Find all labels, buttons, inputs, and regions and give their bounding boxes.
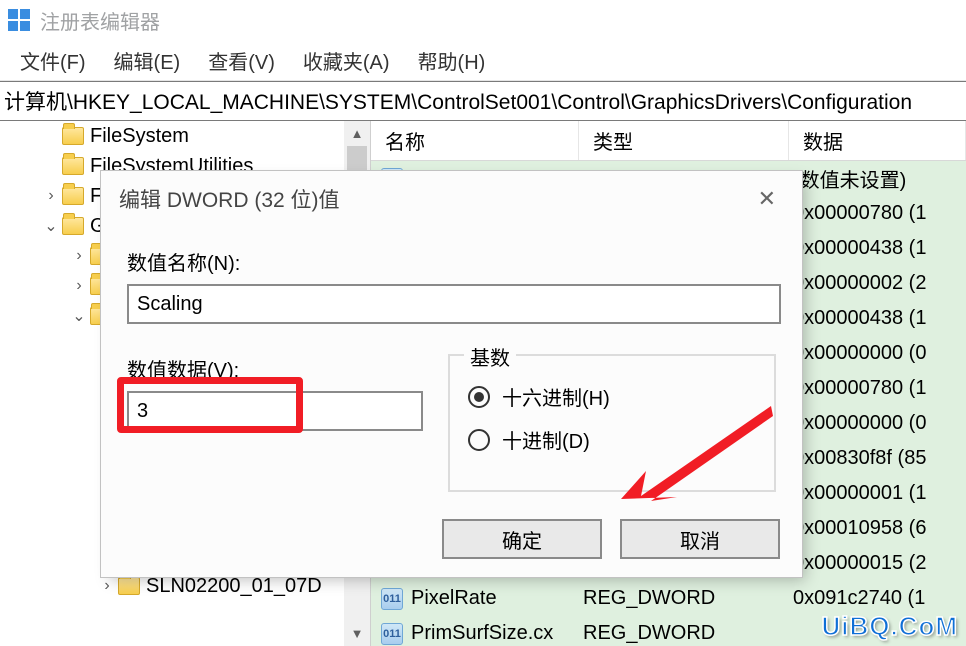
watermark: UiBQ.CoM [821, 611, 958, 642]
col-data-header[interactable]: 数据 [789, 121, 966, 160]
value-data-label: 数值数据(V): [127, 354, 448, 383]
radio-checked-icon [468, 386, 490, 408]
col-name-header[interactable]: 名称 [371, 121, 579, 160]
menu-favorites[interactable]: 收藏夹(A) [289, 42, 404, 79]
dialog-title-bar: 编辑 DWORD (32 位)值 ✕ [101, 171, 802, 227]
folder-icon [62, 217, 84, 235]
value-name: PrimSurfSize.cx [411, 622, 553, 645]
radix-dec-label: 十进制(D) [502, 425, 590, 454]
menu-bar: 文件(F) 编辑(E) 查看(V) 收藏夹(A) 帮助(H) [0, 41, 966, 81]
chevron-down-icon[interactable]: ⌄ [40, 216, 62, 236]
title-bar: 注册表编辑器 [0, 0, 966, 41]
cell-data: 0x091c2740 (1 [789, 587, 966, 610]
chevron-right-icon[interactable]: › [68, 277, 90, 295]
menu-help[interactable]: 帮助(H) [404, 42, 500, 79]
radix-dec-radio[interactable]: 十进制(D) [468, 425, 756, 454]
cell-name: 011 PixelRate [371, 587, 579, 610]
radix-hex-radio[interactable]: 十六进制(H) [468, 382, 756, 411]
cell-data: 0x00830f8f (85 [789, 447, 966, 470]
cell-data: 0x00000001 (1 [789, 482, 966, 505]
folder-icon [62, 187, 84, 205]
dword-value-icon: 011 [381, 588, 403, 610]
cell-data: 0x00000000 (0 [789, 342, 966, 365]
dword-value-icon: 011 [381, 623, 403, 645]
cell-data: 0x00000002 (2 [789, 272, 966, 295]
edit-dword-dialog: 编辑 DWORD (32 位)值 ✕ 数值名称(N): 数值数据(V): 基数 … [100, 170, 803, 578]
dialog-title: 编辑 DWORD (32 位)值 [119, 184, 340, 214]
cell-data: 0x00000438 (1 [789, 237, 966, 260]
value-name-label: 数值名称(N): [127, 247, 776, 276]
window-title: 注册表编辑器 [40, 6, 160, 35]
radix-legend: 基数 [464, 342, 516, 371]
value-name-input[interactable] [127, 284, 781, 324]
menu-file[interactable]: 文件(F) [6, 42, 100, 79]
regedit-app-icon [8, 9, 30, 31]
cell-data: 0x00000780 (1 [789, 377, 966, 400]
cell-data: 0x00000000 (0 [789, 412, 966, 435]
menu-view[interactable]: 查看(V) [194, 42, 289, 79]
tree-item-label: FileSystem [90, 125, 189, 148]
cancel-button[interactable]: 取消 [620, 519, 780, 559]
value-name: PixelRate [411, 587, 497, 610]
menu-edit[interactable]: 编辑(E) [100, 42, 195, 79]
folder-icon [118, 577, 140, 595]
address-bar[interactable]: 计算机\HKEY_LOCAL_MACHINE\SYSTEM\ControlSet… [0, 81, 966, 121]
folder-icon [62, 127, 84, 145]
radix-group: 基数 十六进制(H) 十进制(D) [448, 354, 776, 492]
radix-hex-label: 十六进制(H) [502, 382, 610, 411]
close-icon[interactable]: ✕ [750, 182, 784, 216]
list-header: 名称 类型 数据 [371, 121, 966, 161]
cell-type: REG_DWORD [579, 622, 789, 645]
scroll-up-icon[interactable]: ▲ [344, 121, 370, 146]
chevron-right-icon[interactable]: › [40, 187, 62, 205]
ok-button[interactable]: 确定 [442, 519, 602, 559]
chevron-right-icon[interactable]: › [96, 577, 118, 595]
cell-name: 011 PrimSurfSize.cx [371, 622, 579, 645]
tree-item[interactable]: FileSystem [0, 121, 344, 151]
cell-data: 0x00010958 (6 [789, 517, 966, 540]
cell-data: 0x00000438 (1 [789, 307, 966, 330]
folder-icon [62, 157, 84, 175]
cell-data: 0x00000780 (1 [789, 202, 966, 225]
chevron-right-icon[interactable]: › [68, 247, 90, 265]
radio-unchecked-icon [468, 429, 490, 451]
cell-data: (数值未设置) [789, 164, 966, 193]
chevron-down-icon[interactable]: ⌄ [68, 306, 90, 326]
col-type-header[interactable]: 类型 [579, 121, 789, 160]
cell-type: REG_DWORD [579, 587, 789, 610]
value-data-input[interactable] [127, 391, 423, 431]
cell-data: 0x00000015 (2 [789, 552, 966, 575]
scroll-down-icon[interactable]: ▼ [344, 621, 370, 646]
